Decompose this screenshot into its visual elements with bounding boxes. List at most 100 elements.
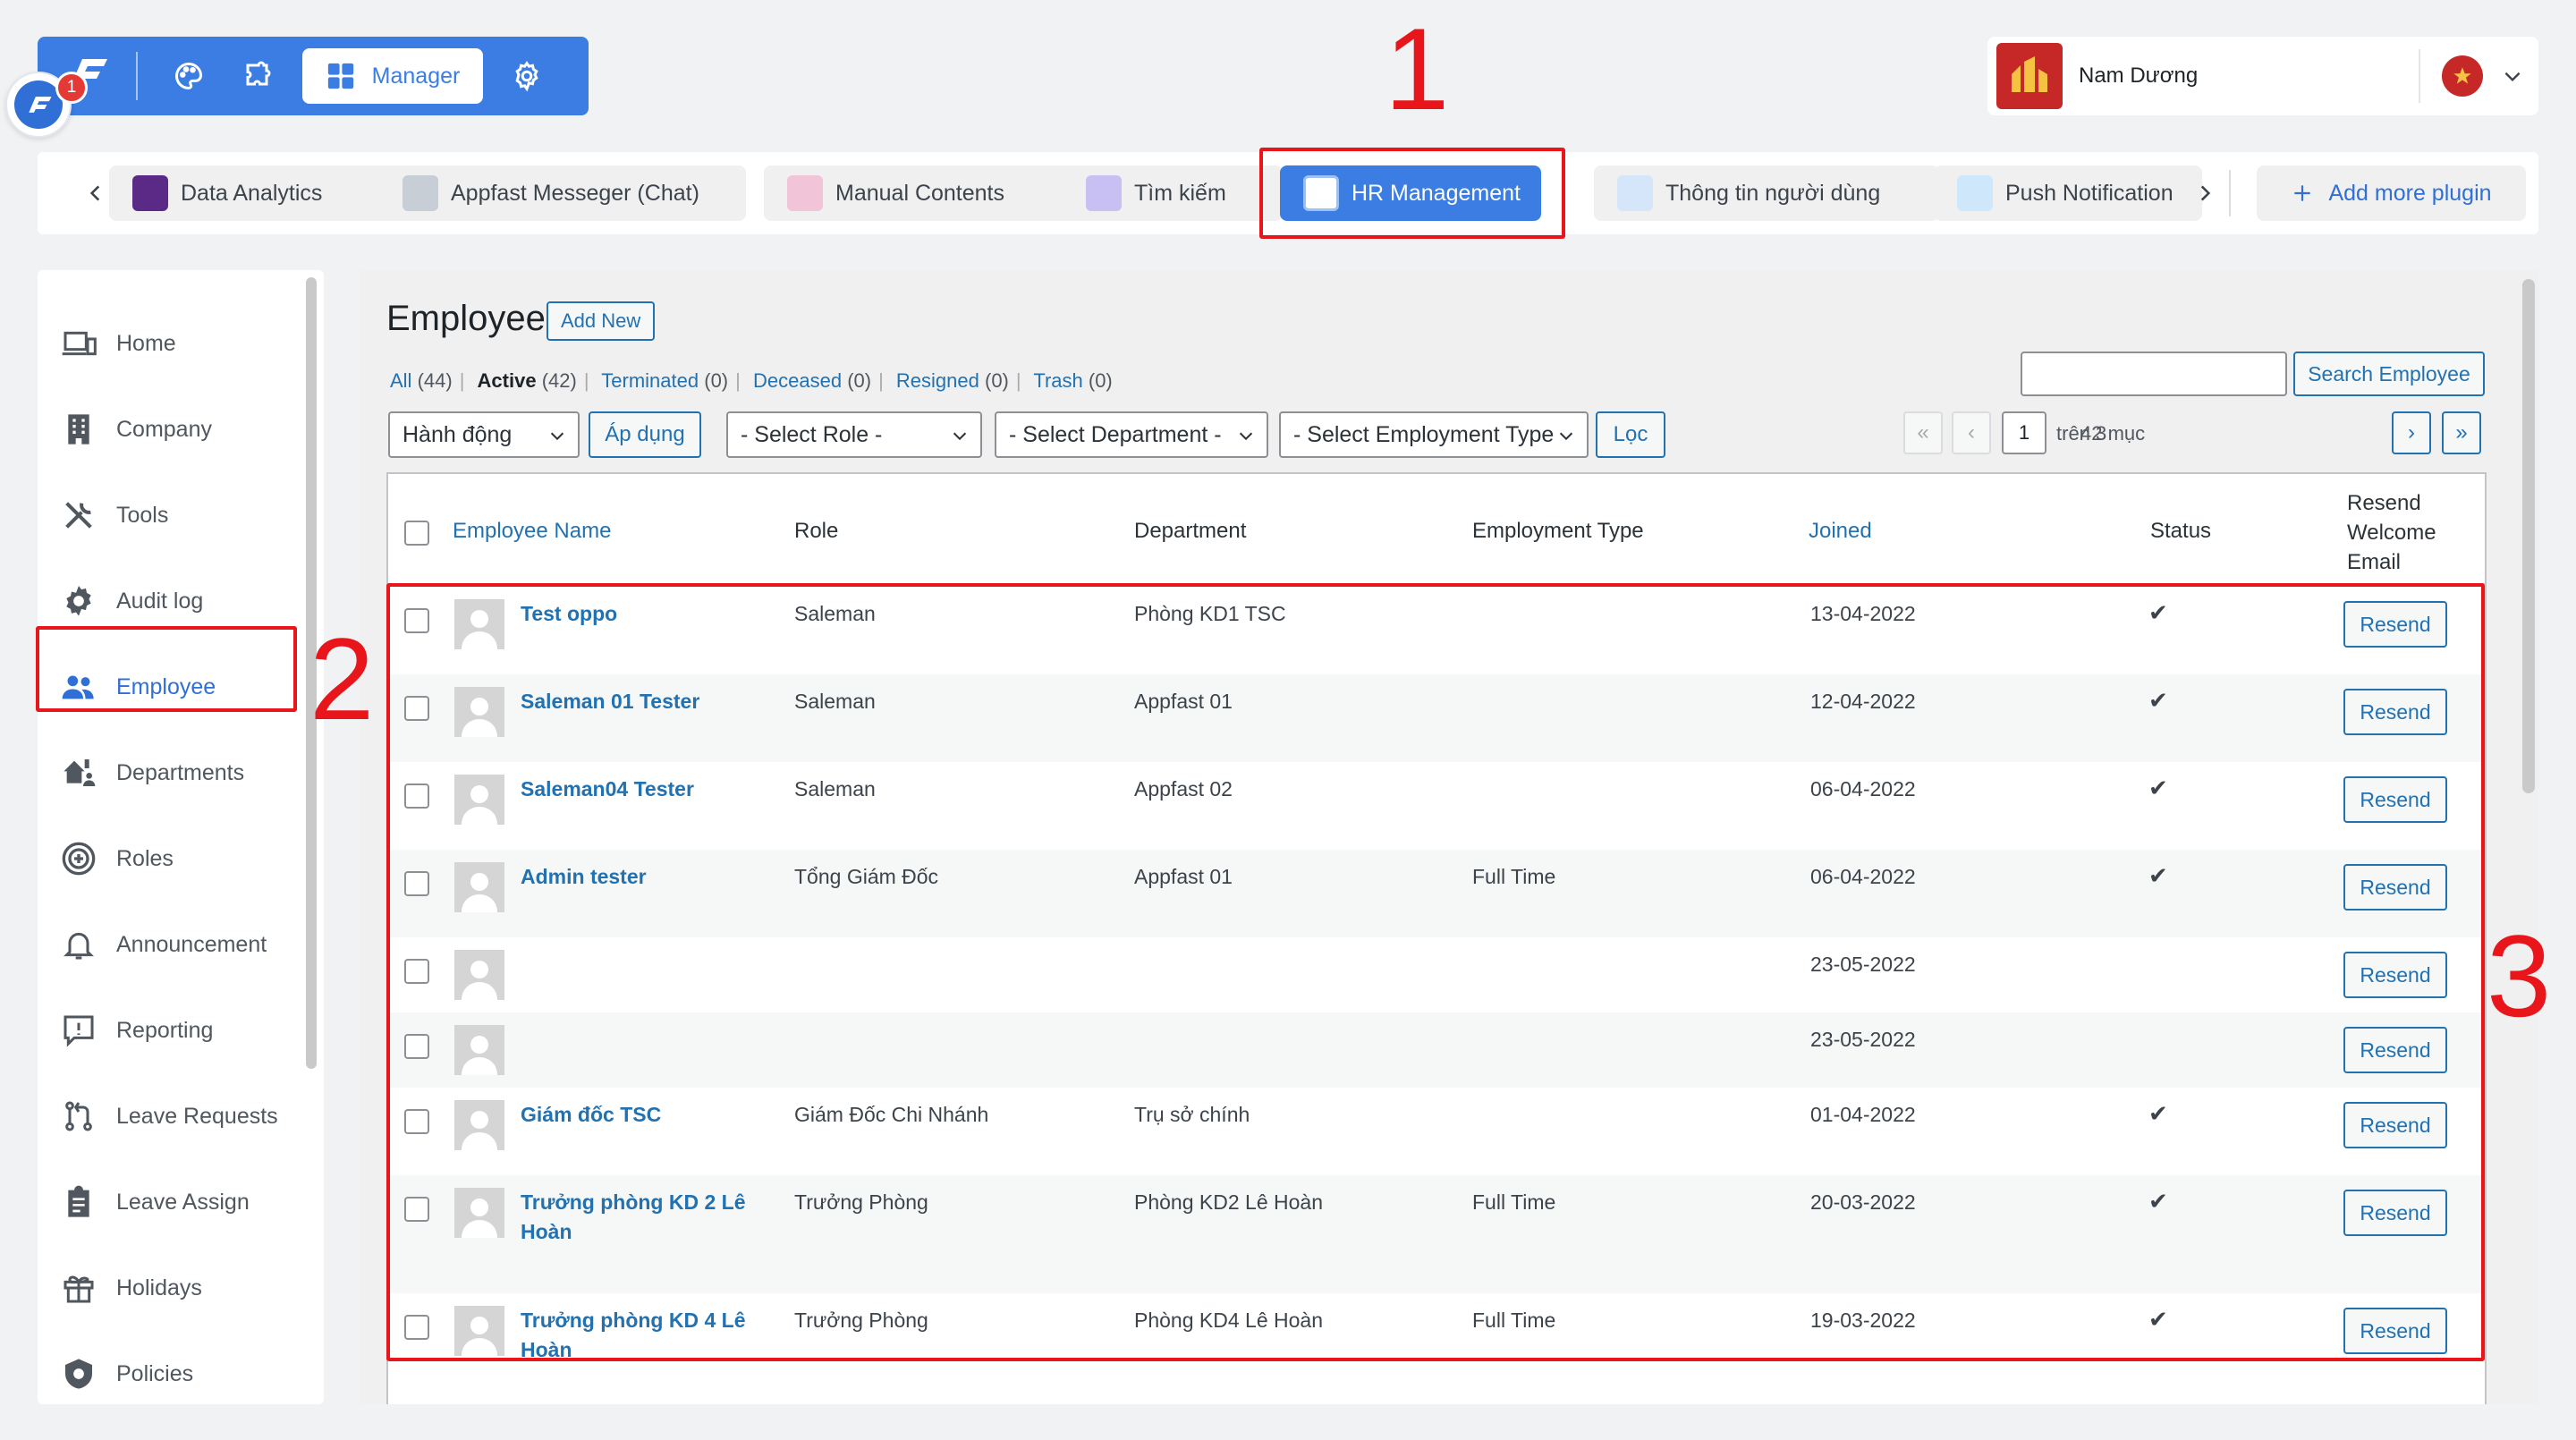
report-icon xyxy=(64,1015,94,1047)
add-new-button[interactable]: Add New xyxy=(547,301,656,341)
gift-icon xyxy=(64,1275,94,1303)
prev-page-button[interactable]: ‹ xyxy=(1952,411,1991,454)
sidebar-item-leave-requests[interactable]: Leave Requests xyxy=(38,1073,297,1159)
last-page-button[interactable]: » xyxy=(2442,411,2481,454)
column-header-department: Department xyxy=(1134,519,1247,543)
role-select[interactable]: - Select Role - xyxy=(726,411,982,458)
top-toolbar: Manager xyxy=(38,37,589,115)
data-analytics-icon xyxy=(132,175,168,211)
plus-icon xyxy=(2294,185,2311,201)
sidebar-item-home[interactable]: Home xyxy=(38,301,297,386)
sidebar-item-label: Announcement xyxy=(116,931,267,957)
resend-header-line: Welcome xyxy=(2347,521,2436,545)
select-all-checkbox[interactable] xyxy=(404,521,429,546)
palette-icon[interactable] xyxy=(154,37,224,115)
employment-type-select[interactable]: - Select Employment Type - xyxy=(1279,411,1589,458)
sidebar-item-label: Roles xyxy=(116,845,174,871)
manager-label: Manager xyxy=(371,63,461,89)
sidebar-item-policies[interactable]: Policies xyxy=(38,1331,297,1404)
apply-button[interactable]: Áp dụng xyxy=(589,411,701,458)
current-page-input[interactable]: 1 xyxy=(2002,411,2046,454)
main-scrollbar[interactable] xyxy=(2522,279,2535,793)
sidebar-item-leave-assign[interactable]: Leave Assign xyxy=(38,1159,297,1245)
grid-icon xyxy=(327,63,353,89)
status-resigned-link[interactable]: Resigned xyxy=(896,369,979,392)
annotation-box-table-rows xyxy=(386,583,2485,1361)
column-header-name[interactable]: Employee Name xyxy=(453,519,611,544)
plugin-tab-search[interactable]: Tìm kiếm xyxy=(1063,165,1283,221)
chevron-down-icon xyxy=(1556,426,1576,445)
sidebar-item-roles[interactable]: Roles xyxy=(38,816,297,902)
annotation-number-3: 3 xyxy=(2487,911,2552,1041)
sidebar-item-label: Leave Assign xyxy=(116,1189,250,1215)
status-all-link[interactable]: All xyxy=(390,369,411,392)
departments-icon xyxy=(64,759,96,786)
plugin-tab-push-notification[interactable]: Push Notification xyxy=(1934,165,2202,221)
column-header-status: Status xyxy=(2150,519,2212,543)
first-page-button[interactable]: « xyxy=(1903,411,1943,454)
devices-icon xyxy=(62,331,97,356)
resend-header-line: Resend xyxy=(2347,491,2421,515)
user-menu[interactable]: Nam Dương xyxy=(1987,37,2538,115)
status-trash-count: (0) xyxy=(1088,369,1113,392)
sidebar: Home Company Tools Audit log Employee De… xyxy=(38,270,324,1404)
add-more-plugin-button[interactable]: Add more plugin xyxy=(2257,165,2526,221)
user-divider xyxy=(2419,49,2420,103)
status-active-count: (42) xyxy=(541,369,577,392)
company-logo-avatar xyxy=(1996,43,2063,109)
page-title: Employee xyxy=(386,299,546,338)
user-info-icon xyxy=(1617,175,1653,211)
language-flag-icon[interactable] xyxy=(2442,55,2483,97)
status-terminated-count: (0) xyxy=(704,369,729,392)
user-name: Nam Dương xyxy=(2079,64,2199,88)
status-all-count: (44) xyxy=(417,369,453,392)
sidebar-item-company[interactable]: Company xyxy=(38,386,297,472)
status-deceased-link[interactable]: Deceased xyxy=(753,369,842,392)
sidebar-item-holidays[interactable]: Holidays xyxy=(38,1245,297,1331)
shield-icon xyxy=(65,1359,92,1389)
puzzle-icon[interactable] xyxy=(224,37,293,115)
department-select-value: - Select Department - xyxy=(1009,421,1222,447)
status-active-link[interactable]: Active xyxy=(478,369,537,392)
plugin-tab-label: Thông tin người dùng xyxy=(1665,180,1881,206)
sidebar-item-label: Reporting xyxy=(116,1017,214,1043)
gear-icon xyxy=(66,586,91,616)
status-trash-link[interactable]: Trash xyxy=(1033,369,1082,392)
sidebar-item-announcement[interactable]: Announcement xyxy=(38,902,297,987)
total-pages: trên 3 xyxy=(2056,422,2107,445)
sidebar-item-label: Policies xyxy=(116,1360,194,1386)
column-header-resend: Resend Welcome Email xyxy=(2347,488,2436,577)
manual-contents-icon xyxy=(787,175,823,211)
plugin-tab-manual-contents[interactable]: Manual Contents xyxy=(764,165,1077,221)
chevron-down-icon[interactable] xyxy=(2501,64,2524,88)
next-page-button[interactable]: › xyxy=(2392,411,2431,454)
tools-icon xyxy=(65,502,92,529)
push-notification-icon xyxy=(1957,175,1993,211)
search-employee-button[interactable]: Search Employee xyxy=(2293,352,2485,396)
plugin-tab-user-info[interactable]: Thông tin người dùng xyxy=(1594,165,1939,221)
annotation-number-1: 1 xyxy=(1385,4,1450,134)
status-resigned-count: (0) xyxy=(985,369,1009,392)
building-icon xyxy=(68,414,89,445)
sidebar-item-departments[interactable]: Departments xyxy=(38,730,297,816)
manager-button[interactable]: Manager xyxy=(302,48,483,104)
employment-type-select-value: - Select Employment Type - xyxy=(1293,421,1568,447)
plugin-tab-data-analytics[interactable]: Data Analytics xyxy=(109,165,424,221)
tabs-scroll-right-icon[interactable] xyxy=(2182,152,2227,234)
sidebar-item-reporting[interactable]: Reporting xyxy=(38,987,297,1073)
status-terminated-link[interactable]: Terminated xyxy=(601,369,699,392)
sidebar-item-label: Tools xyxy=(116,502,169,528)
column-header-joined[interactable]: Joined xyxy=(1809,519,1872,544)
department-select[interactable]: - Select Department - xyxy=(995,411,1268,458)
bulk-action-select[interactable]: Hành động xyxy=(388,411,580,458)
plugin-tab-chat[interactable]: Appfast Messeger (Chat) xyxy=(379,165,746,221)
chevron-down-icon xyxy=(950,426,970,445)
sidebar-item-tools[interactable]: Tools xyxy=(38,472,297,558)
search-input[interactable] xyxy=(2021,352,2287,396)
annotation-box-hr-tab xyxy=(1259,148,1565,239)
plugin-tab-label: Appfast Messeger (Chat) xyxy=(451,180,699,206)
status-filter-links: All (44) | Active (42) | Terminated (0) | D… xyxy=(390,369,1113,392)
filter-button[interactable]: Lọc xyxy=(1596,411,1665,458)
settings-gear-icon[interactable] xyxy=(492,37,562,115)
bulk-action-value: Hành động xyxy=(402,421,513,447)
